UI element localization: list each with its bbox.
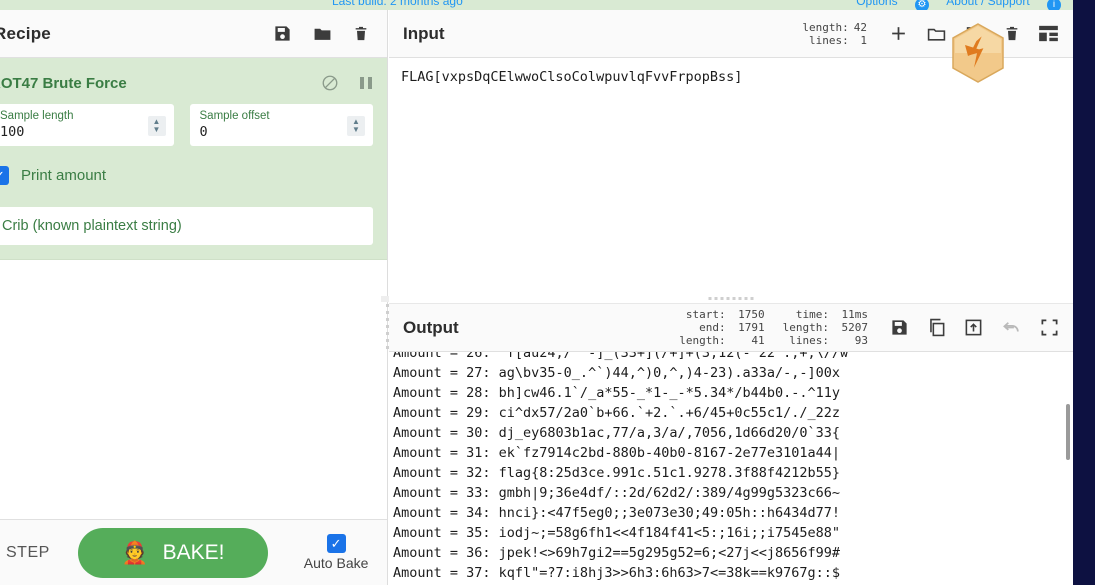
output-line: Amount = 27: ag\bv35-0_.^`)44,^)0,^,)4-2… bbox=[393, 365, 841, 381]
navbar-links: Options ⚙ About / Support i bbox=[842, 0, 1061, 10]
desktop-background bbox=[1073, 0, 1095, 585]
output-sel-length-key: length: bbox=[679, 334, 726, 347]
output-line: Amount = 28: bh]cw46.1`/_a*55-_*1-_-*5.3… bbox=[393, 385, 841, 401]
copy-output-icon[interactable] bbox=[927, 318, 946, 337]
sample-offset-label: Sample offset bbox=[199, 110, 270, 122]
output-line: Amount = 33: gmbh|9;36e4df/::2d/62d2/:38… bbox=[393, 485, 841, 501]
navbar-about-link[interactable]: About / Support bbox=[946, 0, 1029, 8]
output-line: Amount = 30: dj_ey6803b1ac,77/a,3/a/,705… bbox=[393, 425, 841, 441]
operation-arguments: Sample length 100 ▲ ▼ Sample offset 0 ▲ ▼ bbox=[0, 104, 373, 146]
disable-icon[interactable] bbox=[321, 74, 339, 92]
recipe-operation-list: ROT47 Brute Force Sample length 100 ▲ ▼ … bbox=[0, 58, 387, 260]
output-end-key: end: bbox=[699, 321, 726, 334]
input-length-value: 42 bbox=[853, 20, 867, 34]
input-title-bar: Input length: 42 lines: 1 bbox=[389, 10, 1073, 58]
sample-offset-stepper[interactable]: ▲ ▼ bbox=[347, 116, 365, 136]
output-meta: start: 1750 end: 1791 length: 41 time: 1… bbox=[661, 308, 868, 347]
crib-placeholder: Crib (known plaintext string) bbox=[2, 218, 182, 234]
recipe-controls-bar: STEP 👲 BAKE! ✓ Auto Bake bbox=[0, 519, 387, 585]
chef-icon: 👲 bbox=[121, 539, 149, 565]
input-body[interactable]: FLAG[vxpsDqCElwwoClsoColwpuvlqFvvFrpopBs… bbox=[389, 58, 1073, 295]
recipe-title-bar: Recipe bbox=[0, 10, 387, 58]
print-amount-label: Print amount bbox=[21, 167, 107, 184]
save-output-icon[interactable] bbox=[890, 318, 909, 337]
load-recipe-icon[interactable] bbox=[312, 24, 333, 43]
pause-breakpoint-icon[interactable] bbox=[359, 75, 373, 91]
add-input-tab-icon[interactable] bbox=[889, 24, 908, 43]
output-line: Amount = 35: iodj~;=58g6fh1<<4f184f41<5:… bbox=[393, 525, 841, 541]
sample-length-label: Sample length bbox=[0, 110, 74, 122]
open-folder-icon[interactable] bbox=[926, 24, 947, 43]
auto-bake-label: Auto Bake bbox=[303, 555, 369, 571]
output-line: Amount = 37: kqfl"=?7:i8hj3>>6h3:6h63>7<… bbox=[393, 565, 841, 581]
cyberchef-window: Last build: 2 months ago Options ⚙ About… bbox=[0, 0, 1095, 585]
navbar: Last build: 2 months ago Options ⚙ About… bbox=[0, 0, 1073, 10]
window-scrollbar[interactable] bbox=[1066, 404, 1070, 460]
output-pane: Output start: 1750 end: 1791 length: 41 … bbox=[389, 303, 1073, 585]
output-title: Output bbox=[403, 317, 459, 337]
navbar-build-info: Last build: 2 months ago bbox=[332, 0, 463, 8]
sample-offset-field[interactable]: Sample offset 0 ▲ ▼ bbox=[189, 104, 373, 146]
replace-input-with-output-icon[interactable] bbox=[964, 318, 983, 337]
step-button[interactable]: STEP bbox=[6, 544, 50, 562]
auto-bake-toggle[interactable]: ✓ Auto Bake bbox=[303, 534, 369, 571]
save-recipe-icon[interactable] bbox=[273, 24, 292, 43]
output-length-key: length: bbox=[782, 321, 829, 334]
print-amount-row[interactable]: ✓ Print amount bbox=[0, 166, 373, 185]
input-pane: Input length: 42 lines: 1 FLAG[vxpsDqCEl… bbox=[389, 10, 1073, 295]
gear-icon[interactable]: ⚙ bbox=[914, 0, 929, 10]
operation-title: ROT47 Brute Force bbox=[0, 74, 127, 92]
output-line: Amount = 34: hnci}:<47f5eg0;;3e073e30;49… bbox=[393, 505, 841, 521]
io-splitter[interactable] bbox=[389, 295, 1073, 303]
clear-input-icon[interactable] bbox=[1004, 24, 1020, 43]
output-start-key: start: bbox=[685, 308, 726, 321]
output-toolbar bbox=[890, 318, 1059, 337]
output-line: Amount = 36: jpek!<>69h7gi2==5g295g52=6;… bbox=[393, 545, 841, 561]
output-line: Amount = 32: flag{8:25d3ce.991c.51c1.927… bbox=[393, 465, 841, 481]
clear-recipe-icon[interactable] bbox=[353, 24, 369, 43]
bake-button-label: BAKE! bbox=[162, 540, 225, 564]
recipe-empty-area[interactable] bbox=[0, 260, 387, 519]
output-sel-length-value: 41 bbox=[751, 334, 765, 347]
bake-button[interactable]: 👲 BAKE! bbox=[77, 527, 268, 578]
output-line: Amount = 26: f[au24,/^`-]_(33+](/+]+(3,1… bbox=[393, 352, 849, 361]
sample-offset-value[interactable]: 0 bbox=[200, 123, 364, 141]
output-body[interactable]: Amount = 26: f[au24,/^`-]_(33+](/+]+(3,1… bbox=[389, 352, 1073, 585]
input-text[interactable]: FLAG[vxpsDqCElwwoClsoColwpuvlqFvvFrpopBs… bbox=[389, 58, 1073, 97]
input-lines-value: 1 bbox=[860, 33, 867, 47]
page-title: Recipe bbox=[0, 23, 51, 43]
sample-length-value[interactable]: 100 bbox=[0, 123, 164, 141]
open-folder-as-input-icon[interactable] bbox=[965, 24, 986, 43]
undo-bake-icon[interactable] bbox=[1001, 318, 1022, 337]
print-amount-checkbox[interactable]: ✓ bbox=[0, 166, 9, 185]
input-meta: length: 42 lines: 1 bbox=[802, 21, 867, 47]
output-lines-key: lines: bbox=[789, 334, 829, 347]
info-icon[interactable]: i bbox=[1047, 0, 1061, 10]
output-line: Amount = 29: ci^dx57/2a0`b+66.`+2.`.+6/4… bbox=[393, 405, 841, 421]
output-lines-value: 93 bbox=[854, 334, 868, 347]
output-title-bar: Output start: 1750 end: 1791 length: 41 … bbox=[389, 304, 1073, 352]
input-length-key: length: bbox=[802, 20, 849, 34]
output-length-value: 5207 bbox=[841, 321, 869, 334]
output-time-key: time: bbox=[795, 308, 829, 321]
operation-rot47-brute-force[interactable]: ROT47 Brute Force Sample length 100 ▲ ▼ … bbox=[0, 58, 387, 260]
input-title: Input bbox=[403, 23, 445, 43]
output-time-value: 11ms bbox=[841, 308, 869, 321]
auto-bake-checkbox[interactable]: ✓ bbox=[326, 534, 346, 553]
crib-field[interactable]: Crib (known plaintext string) bbox=[0, 207, 373, 245]
output-end-value: 1791 bbox=[738, 321, 765, 334]
reset-layout-icon[interactable] bbox=[1038, 25, 1059, 42]
input-toolbar bbox=[889, 24, 1059, 43]
sample-length-stepper[interactable]: ▲ ▼ bbox=[147, 116, 166, 136]
input-lines-key: lines: bbox=[809, 33, 849, 47]
output-start-value: 1750 bbox=[738, 308, 765, 321]
output-line: Amount = 31: ek`fz7914c2bd-880b-40b0-816… bbox=[393, 445, 841, 461]
sample-length-field[interactable]: Sample length 100 ▲ ▼ bbox=[0, 104, 174, 146]
recipe-pane: Recipe ROT47 Brute Force Sample length 1… bbox=[0, 10, 388, 585]
navbar-options-link[interactable]: Options bbox=[856, 0, 897, 8]
maximise-output-icon[interactable] bbox=[1040, 318, 1059, 337]
